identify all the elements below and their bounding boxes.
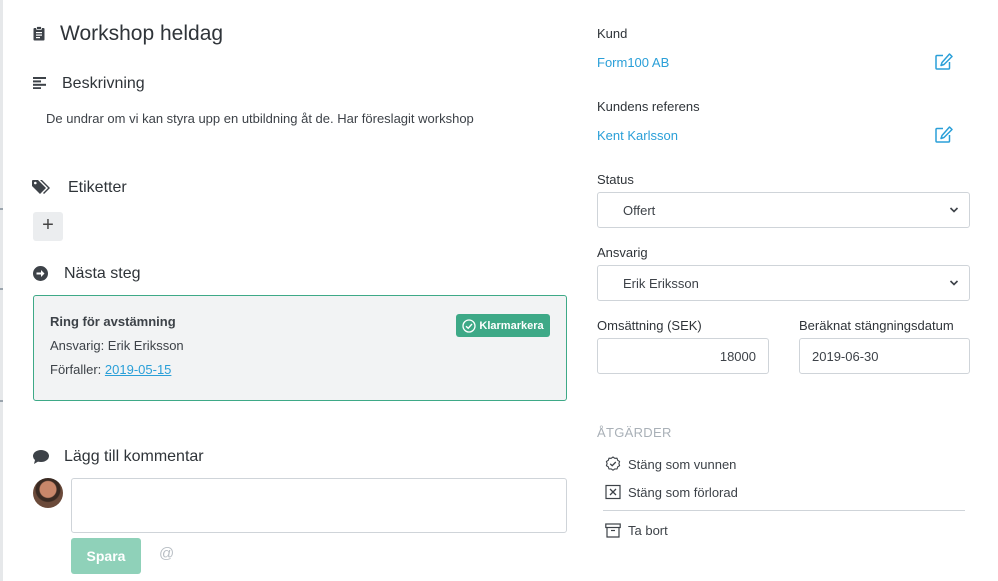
responsible-label: Ansvarig xyxy=(597,245,648,260)
next-step-responsible: Ansvarig: Erik Eriksson xyxy=(50,338,184,353)
page-title: Workshop heldag xyxy=(60,22,224,45)
description-text: De undrar om vi kan styra upp en utbildn… xyxy=(46,111,474,126)
archive-icon xyxy=(605,523,621,538)
mention-button[interactable]: @ xyxy=(159,545,174,562)
left-edge-tick xyxy=(0,400,3,402)
edit-icon[interactable] xyxy=(935,126,953,143)
tags-heading: Etiketter xyxy=(68,179,127,196)
close-lost-label: Stäng som förlorad xyxy=(628,484,738,500)
next-step-heading: Nästa steg xyxy=(64,265,141,282)
edit-icon[interactable] xyxy=(935,53,953,70)
next-step-title: Ring för avstämning xyxy=(50,314,176,329)
comment-input[interactable] xyxy=(71,478,567,533)
add-tag-button[interactable]: + xyxy=(33,212,63,241)
next-step-due-prefix: Förfaller: xyxy=(50,362,105,377)
tags-icon xyxy=(32,180,50,194)
description-heading: Beskrivning xyxy=(62,75,145,92)
reference-link[interactable]: Kent Karlsson xyxy=(597,128,678,143)
close-lost-action[interactable]: Stäng som förlorad xyxy=(605,484,738,500)
customer-label: Kund xyxy=(597,26,628,41)
status-selected-value: Offert xyxy=(623,202,656,218)
check-circle-icon xyxy=(462,318,477,333)
x-square-icon xyxy=(605,484,621,500)
chevron-down-icon xyxy=(949,207,959,213)
next-step-card: Ring för avstämning Ansvarig: Erik Eriks… xyxy=(33,295,567,401)
left-edge-tick xyxy=(0,208,3,210)
close-date-label: Beräknat stängningsdatum xyxy=(799,318,954,333)
close-won-label: Stäng som vunnen xyxy=(628,456,737,472)
status-label: Status xyxy=(597,172,634,187)
responsible-select[interactable]: Erik Eriksson xyxy=(597,265,970,301)
mark-done-button[interactable]: Klarmarkera xyxy=(456,314,550,337)
next-step-due: Förfaller: 2019-05-15 xyxy=(50,362,171,377)
next-step-due-date-link[interactable]: 2019-05-15 xyxy=(105,362,172,377)
left-edge-tick xyxy=(0,288,3,290)
arrow-circle-right-icon xyxy=(33,266,48,281)
revenue-label: Omsättning (SEK) xyxy=(597,318,702,333)
chevron-down-icon xyxy=(949,280,959,286)
clipboard-icon xyxy=(33,26,45,41)
avatar xyxy=(33,478,63,508)
comment-heading: Lägg till kommentar xyxy=(64,448,204,465)
close-won-action[interactable]: Stäng som vunnen xyxy=(605,456,736,472)
delete-label: Ta bort xyxy=(628,523,668,538)
responsible-selected-value: Erik Eriksson xyxy=(623,275,699,291)
actions-heading: ÅTGÄRDER xyxy=(597,425,672,440)
close-date-input[interactable] xyxy=(799,338,970,374)
reference-label: Kundens referens xyxy=(597,99,700,114)
check-circle-icon xyxy=(605,456,621,471)
actions-divider xyxy=(603,510,965,511)
status-select[interactable]: Offert xyxy=(597,192,970,228)
save-comment-button[interactable]: Spara xyxy=(71,538,141,574)
mark-done-label: Klarmarkera xyxy=(479,319,544,332)
customer-link[interactable]: Form100 AB xyxy=(597,55,669,70)
revenue-input[interactable] xyxy=(597,338,769,374)
comment-icon xyxy=(33,450,49,464)
align-left-icon xyxy=(33,77,46,89)
left-edge-strip xyxy=(0,0,3,581)
delete-action[interactable]: Ta bort xyxy=(605,523,668,538)
